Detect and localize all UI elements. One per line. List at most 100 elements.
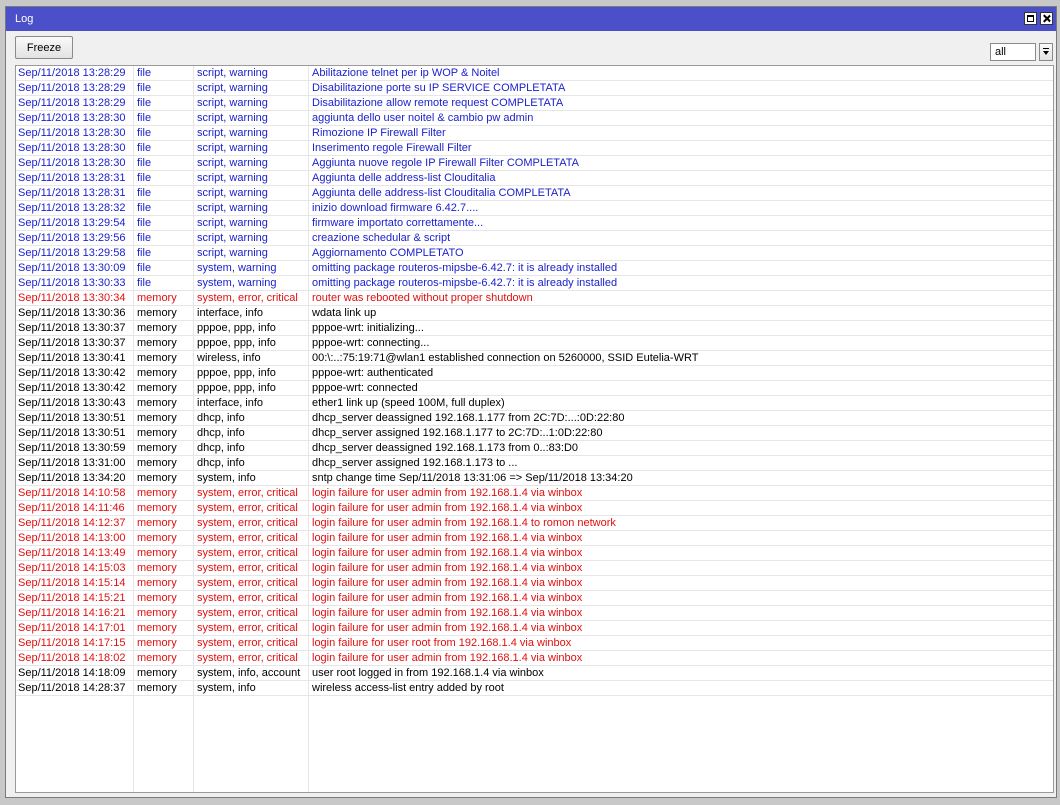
- log-row[interactable]: Sep/11/2018 14:18:09 memory system, info, …: [16, 666, 1053, 681]
- log-topics: system, warning: [197, 277, 277, 289]
- log-row[interactable]: Sep/11/2018 13:28:31 file script, warning A…: [16, 186, 1053, 201]
- log-row[interactable]: Sep/11/2018 13:30:42 memory pppoe, ppp, in…: [16, 366, 1053, 381]
- log-window: Log Freeze all Sep/11/2018 13:28:29 file s…: [5, 6, 1057, 798]
- log-time: Sep/11/2018 14:15:03: [18, 562, 126, 574]
- log-list[interactable]: Sep/11/2018 13:28:29 file script, warning A…: [15, 65, 1054, 793]
- log-time: Sep/11/2018 13:28:30: [18, 157, 126, 169]
- log-topics: system, info: [197, 682, 256, 694]
- log-buffer: memory: [137, 577, 177, 589]
- log-message: login failure for user root from 192.168…: [312, 637, 572, 649]
- log-row[interactable]: Sep/11/2018 14:12:37 memory system, error,…: [16, 516, 1053, 531]
- title-bar[interactable]: Log: [6, 7, 1056, 31]
- log-row[interactable]: Sep/11/2018 13:30:37 memory pppoe, ppp, in…: [16, 321, 1053, 336]
- log-time: Sep/11/2018 14:15:21: [18, 592, 126, 604]
- log-row[interactable]: Sep/11/2018 14:28:37 memory system, info wi…: [16, 681, 1053, 696]
- log-buffer: memory: [137, 307, 177, 319]
- log-buffer: file: [137, 97, 152, 109]
- log-message: pppoe-wrt: initializing...: [312, 322, 424, 334]
- maximize-icon[interactable]: [1024, 12, 1037, 25]
- log-time: Sep/11/2018 13:30:43: [18, 397, 126, 409]
- log-row[interactable]: Sep/11/2018 13:28:30 file script, warning R…: [16, 126, 1053, 141]
- log-row[interactable]: Sep/11/2018 13:28:31 file script, warning A…: [16, 171, 1053, 186]
- log-time: Sep/11/2018 13:28:29: [18, 97, 126, 109]
- log-topics: script, warning: [197, 157, 268, 169]
- log-time: Sep/11/2018 13:30:34: [18, 292, 126, 304]
- log-buffer: file: [137, 127, 152, 139]
- log-buffer: memory: [137, 412, 177, 424]
- log-row[interactable]: Sep/11/2018 13:28:30 file script, warning A…: [16, 156, 1053, 171]
- log-time: Sep/11/2018 13:29:58: [18, 247, 126, 259]
- log-row[interactable]: Sep/11/2018 14:15:21 memory system, error,…: [16, 591, 1053, 606]
- log-buffer: memory: [137, 427, 177, 439]
- log-message: Aggiornamento COMPLETATO: [312, 247, 464, 259]
- log-row[interactable]: Sep/11/2018 13:30:09 file system, warning o…: [16, 261, 1053, 276]
- log-buffer: memory: [137, 337, 177, 349]
- log-row[interactable]: Sep/11/2018 13:30:34 memory system, error,…: [16, 291, 1053, 306]
- log-row[interactable]: Sep/11/2018 14:17:15 memory system, error,…: [16, 636, 1053, 651]
- log-row[interactable]: Sep/11/2018 13:30:42 memory pppoe, ppp, in…: [16, 381, 1053, 396]
- log-row[interactable]: Sep/11/2018 13:28:29 file script, warning D…: [16, 81, 1053, 96]
- log-row[interactable]: Sep/11/2018 13:28:29 file script, warning D…: [16, 96, 1053, 111]
- log-topics: script, warning: [197, 247, 268, 259]
- log-topics: script, warning: [197, 127, 268, 139]
- close-icon[interactable]: [1040, 12, 1053, 25]
- log-row[interactable]: Sep/11/2018 13:31:00 memory dhcp, info dhcp…: [16, 456, 1053, 471]
- log-row[interactable]: Sep/11/2018 14:17:01 memory system, error,…: [16, 621, 1053, 636]
- freeze-button[interactable]: Freeze: [15, 36, 73, 59]
- log-row[interactable]: Sep/11/2018 13:29:58 file script, warning A…: [16, 246, 1053, 261]
- log-row[interactable]: Sep/11/2018 13:30:51 memory dhcp, info dhcp…: [16, 426, 1053, 441]
- log-topics: script, warning: [197, 142, 268, 154]
- log-row[interactable]: Sep/11/2018 13:30:51 memory dhcp, info dhcp…: [16, 411, 1053, 426]
- log-topics: dhcp, info: [197, 442, 245, 454]
- log-message: Aggiunta delle address-list Clouditalia: [312, 172, 496, 184]
- log-topics: dhcp, info: [197, 412, 245, 424]
- log-message: wireless access-list entry added by root: [312, 682, 504, 694]
- dropdown-arrow-icon[interactable]: [1039, 43, 1053, 61]
- log-time: Sep/11/2018 13:28:32: [18, 202, 126, 214]
- log-row[interactable]: Sep/11/2018 13:30:41 memory wireless, info…: [16, 351, 1053, 366]
- log-row[interactable]: Sep/11/2018 14:13:00 memory system, error,…: [16, 531, 1053, 546]
- log-topics: system, warning: [197, 262, 277, 274]
- log-row[interactable]: Sep/11/2018 14:15:03 memory system, error,…: [16, 561, 1053, 576]
- log-buffer: file: [137, 172, 152, 184]
- log-topics: pppoe, ppp, info: [197, 382, 276, 394]
- log-row[interactable]: Sep/11/2018 13:28:30 file script, warning a…: [16, 111, 1053, 126]
- log-message: inizio download firmware 6.42.7....: [312, 202, 479, 214]
- filter-select[interactable]: all: [990, 43, 1053, 61]
- log-message: dhcp_server deassigned 192.168.1.177 fro…: [312, 412, 625, 424]
- log-row[interactable]: Sep/11/2018 13:30:43 memory interface, inf…: [16, 396, 1053, 411]
- filter-value[interactable]: all: [990, 43, 1036, 61]
- log-topics: script, warning: [197, 67, 268, 79]
- log-row[interactable]: Sep/11/2018 14:10:58 memory system, error,…: [16, 486, 1053, 501]
- log-row[interactable]: Sep/11/2018 14:13:49 memory system, error,…: [16, 546, 1053, 561]
- log-buffer: memory: [137, 652, 177, 664]
- log-row[interactable]: Sep/11/2018 14:11:46 memory system, error,…: [16, 501, 1053, 516]
- log-message: Aggiunta delle address-list Clouditalia …: [312, 187, 571, 199]
- log-message: login failure for user admin from 192.16…: [312, 532, 583, 544]
- log-row[interactable]: Sep/11/2018 14:15:14 memory system, error,…: [16, 576, 1053, 591]
- log-row[interactable]: Sep/11/2018 13:30:36 memory interface, inf…: [16, 306, 1053, 321]
- log-topics: wireless, info: [197, 352, 261, 364]
- log-row[interactable]: Sep/11/2018 13:28:30 file script, warning I…: [16, 141, 1053, 156]
- log-row[interactable]: Sep/11/2018 13:28:29 file script, warning A…: [16, 66, 1053, 81]
- log-row[interactable]: Sep/11/2018 13:34:20 memory system, info sn…: [16, 471, 1053, 486]
- log-time: Sep/11/2018 14:17:15: [18, 637, 126, 649]
- log-topics: system, error, critical: [197, 292, 298, 304]
- log-message: login failure for user admin from 192.16…: [312, 487, 583, 499]
- log-row[interactable]: Sep/11/2018 13:29:56 file script, warning c…: [16, 231, 1053, 246]
- log-row[interactable]: Sep/11/2018 13:28:32 file script, warning i…: [16, 201, 1053, 216]
- log-time: Sep/11/2018 13:28:29: [18, 82, 126, 94]
- log-message: firmware importato correttamente...: [312, 217, 484, 229]
- log-buffer: file: [137, 217, 152, 229]
- log-row[interactable]: Sep/11/2018 13:30:59 memory dhcp, info dhcp…: [16, 441, 1053, 456]
- log-topics: system, error, critical: [197, 607, 298, 619]
- log-row[interactable]: Sep/11/2018 13:30:33 file system, warning o…: [16, 276, 1053, 291]
- log-row[interactable]: Sep/11/2018 14:18:02 memory system, error,…: [16, 651, 1053, 666]
- log-row[interactable]: Sep/11/2018 13:29:54 file script, warning f…: [16, 216, 1053, 231]
- log-time: Sep/11/2018 13:28:31: [18, 187, 126, 199]
- log-row[interactable]: Sep/11/2018 13:30:37 memory pppoe, ppp, in…: [16, 336, 1053, 351]
- log-time: Sep/11/2018 13:30:09: [18, 262, 126, 274]
- log-row[interactable]: Sep/11/2018 14:16:21 memory system, error,…: [16, 606, 1053, 621]
- log-buffer: file: [137, 187, 152, 199]
- log-time: Sep/11/2018 14:10:58: [18, 487, 126, 499]
